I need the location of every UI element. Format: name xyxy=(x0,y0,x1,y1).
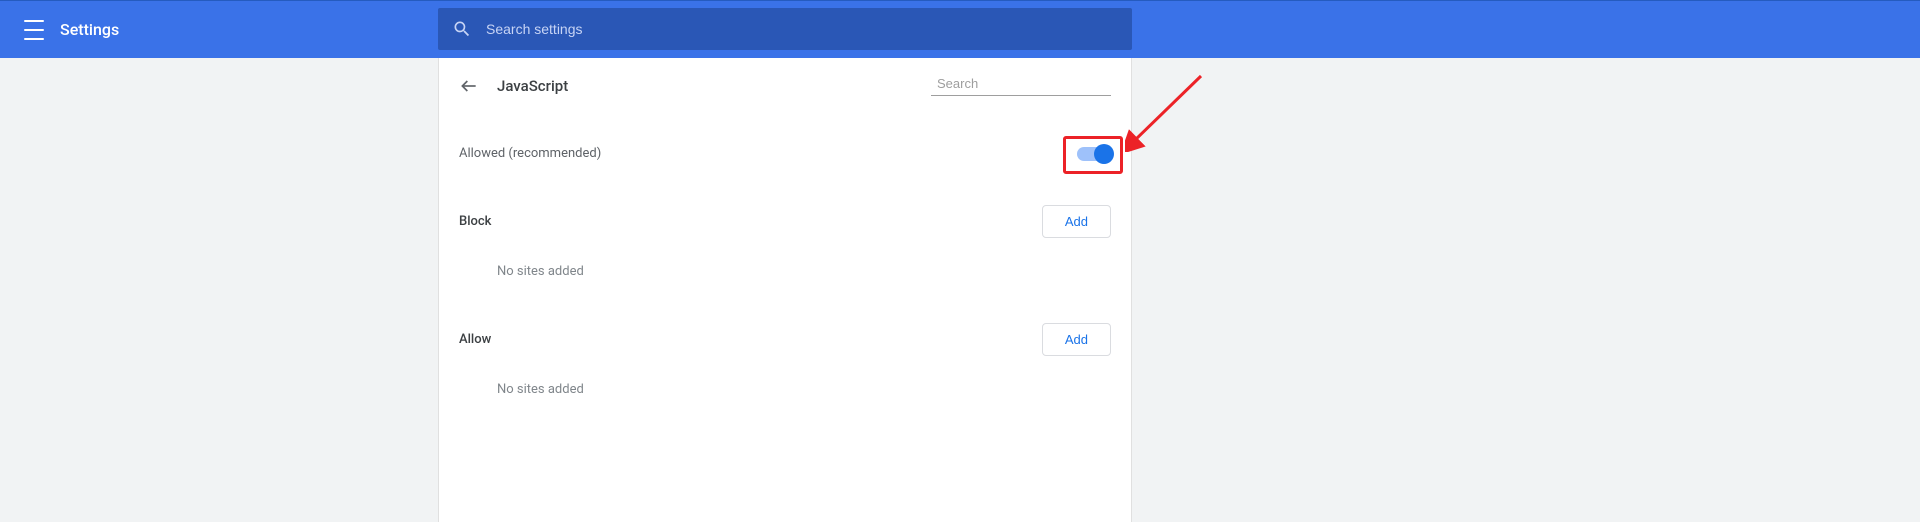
javascript-allowed-toggle[interactable] xyxy=(1077,147,1111,161)
menu-icon[interactable] xyxy=(24,20,44,40)
top-bar: Settings xyxy=(0,0,1920,58)
allow-add-button[interactable]: Add xyxy=(1042,323,1111,356)
detail-header: JavaScript xyxy=(439,58,1131,106)
block-empty-text: No sites added xyxy=(439,264,1131,279)
search-icon xyxy=(452,19,472,39)
block-title: Block xyxy=(459,214,491,229)
allow-section-header: Allow Add xyxy=(439,323,1131,356)
settings-detail-panel: JavaScript Allowed (recommended) Block A… xyxy=(438,58,1132,522)
detail-title: JavaScript xyxy=(497,77,931,95)
app-title: Settings xyxy=(60,20,119,39)
toggle-knob xyxy=(1094,144,1114,164)
block-section-header: Block Add xyxy=(439,205,1131,238)
allow-empty-text: No sites added xyxy=(439,382,1131,397)
back-arrow-icon[interactable] xyxy=(459,76,479,96)
javascript-allowed-row: Allowed (recommended) xyxy=(439,146,1131,161)
settings-search[interactable] xyxy=(438,8,1132,50)
settings-search-input[interactable] xyxy=(486,21,1118,37)
annotation-arrow-icon xyxy=(1125,72,1205,152)
allow-title: Allow xyxy=(459,332,491,347)
block-add-button[interactable]: Add xyxy=(1042,205,1111,238)
detail-search[interactable] xyxy=(931,76,1111,96)
javascript-allowed-label: Allowed (recommended) xyxy=(459,146,601,161)
detail-search-input[interactable] xyxy=(937,76,1113,91)
